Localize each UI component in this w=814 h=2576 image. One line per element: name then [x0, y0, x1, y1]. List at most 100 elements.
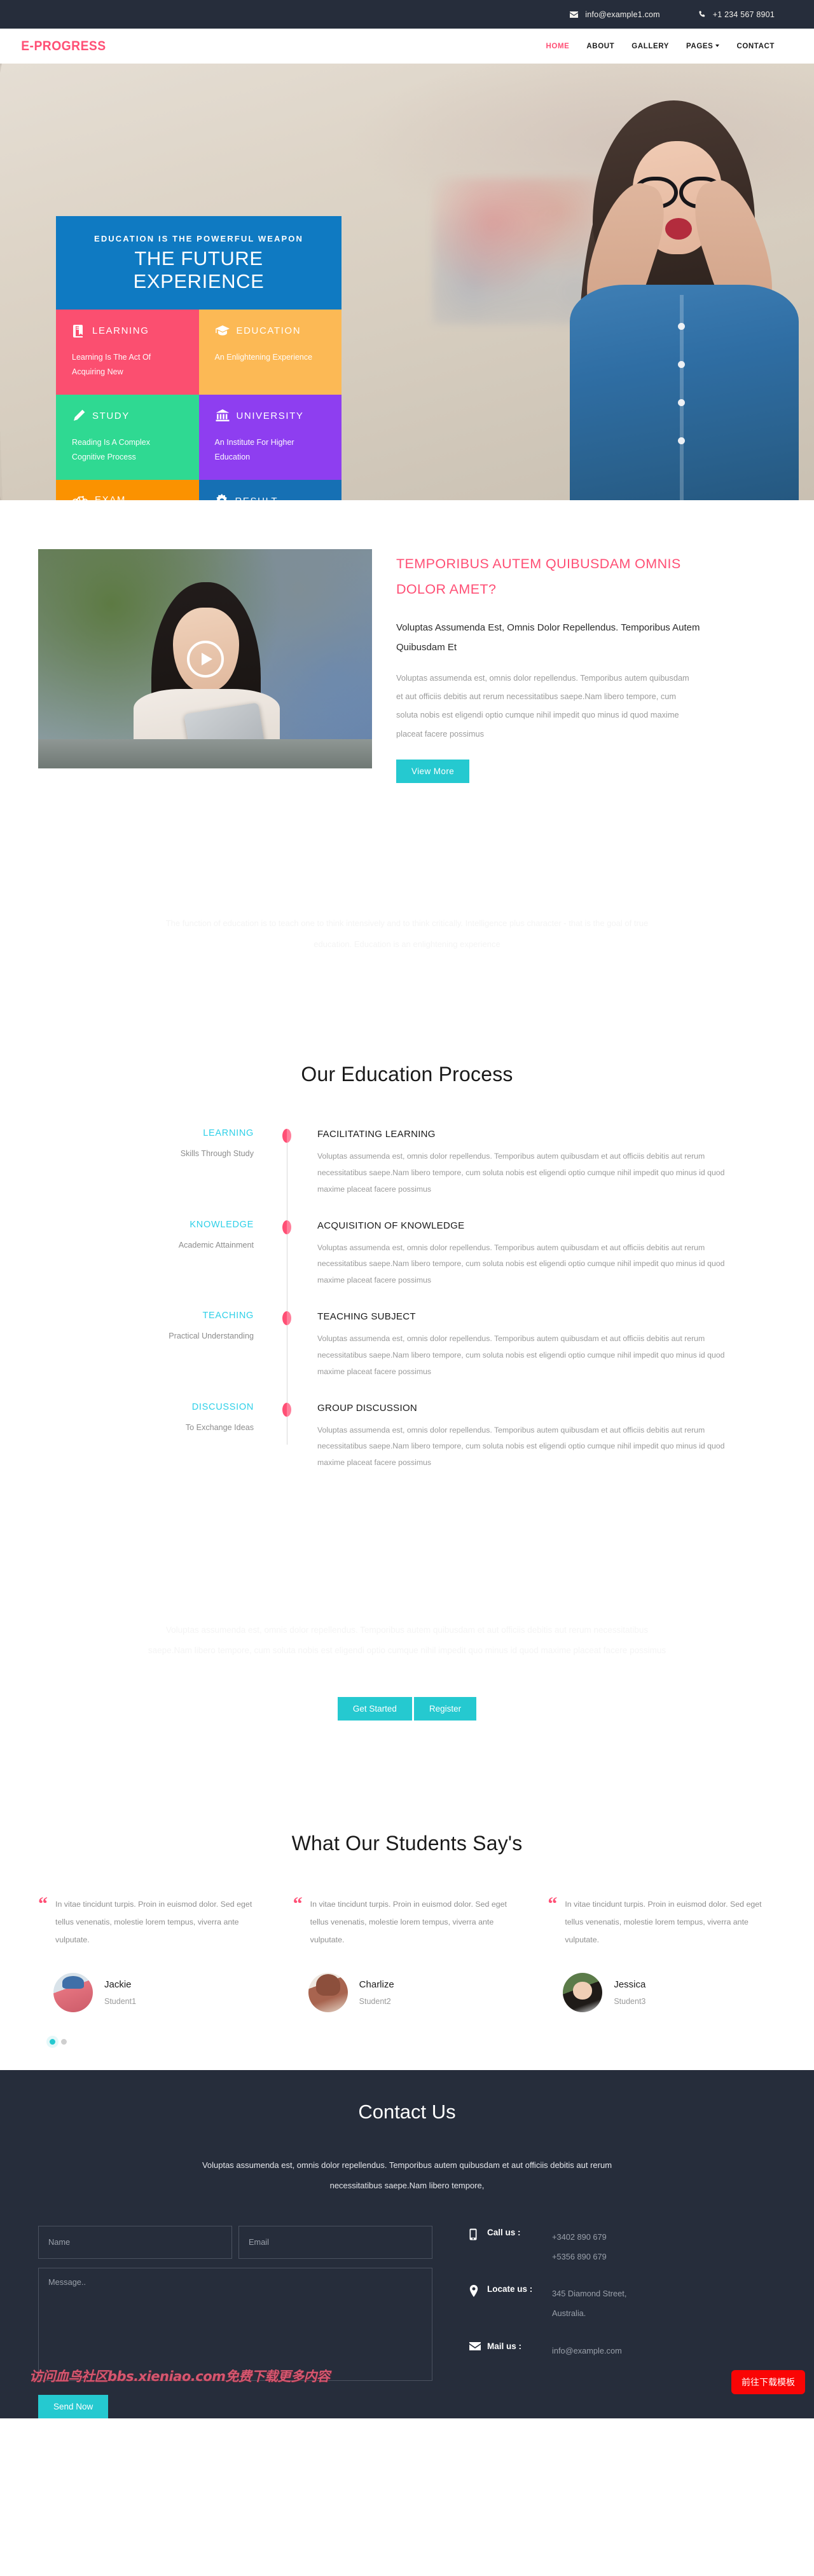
download-template-button[interactable]: 前往下载模板 [731, 2369, 805, 2394]
avatar [308, 1973, 348, 2013]
testimonial-text: In vitae tincidunt turpis. Proin in euis… [565, 1899, 762, 1944]
hero-tile-result[interactable]: RESULT Merit Level Of The Experience [198, 480, 341, 500]
hero-tile-education-desc: An Enlightening Experience [214, 353, 313, 362]
hero-panel-header: EDUCATION IS THE POWERFUL WEAPON THE FUT… [56, 216, 341, 310]
hero-tile-education[interactable]: EDUCATION An Enlightening Experience [198, 310, 341, 395]
phone-icon [698, 10, 706, 18]
hero-section: EDUCATION IS THE POWERFUL WEAPON THE FUT… [0, 64, 814, 500]
education-process-section: Our Education Process LEARNING Skills Th… [0, 1063, 814, 1531]
testimonials-title: What Our Students Say's [291, 1831, 523, 1855]
nav-item-gallery[interactable]: GALLERY [631, 43, 669, 50]
testimonial-text: In vitae tincidunt turpis. Proin in euis… [55, 1899, 252, 1944]
video-thumbnail[interactable] [38, 549, 372, 768]
get-started-button[interactable]: Get Started [337, 1696, 412, 1721]
contact-info-call: Call us : +3402 890 679 +5356 890 679 [469, 2228, 776, 2266]
quote-icon: “ [293, 1893, 303, 1914]
hero-tile-learning[interactable]: LEARNING Learning Is The Act Of Acquirin… [56, 310, 199, 395]
testimonial-role: Student3 [614, 1997, 646, 2007]
contact-info-locate-label: Locate us : [487, 2284, 533, 2294]
timeline-sub: Skills Through Study [180, 1149, 254, 1159]
timeline-body: Voluptas assumenda est, omnis dolor repe… [317, 1243, 725, 1285]
timeline-item-discussion: DISCUSSION To Exchange Ideas GROUP DISCU… [79, 1402, 735, 1471]
contact-info-call-values: +3402 890 679 +5356 890 679 [552, 2228, 607, 2266]
send-now-button[interactable]: Send Now [38, 2394, 109, 2418]
hero-title: THE FUTURE EXPERIENCE [133, 247, 265, 292]
timeline-heading: GROUP DISCUSSION [317, 1402, 418, 1414]
video-section-title: TEMPORIBUS AUTEM QUIBUSDAM OMNIS DOLOR A… [396, 556, 681, 597]
cta-section: Voluptas assumenda est, omnis dolor repe… [0, 1530, 814, 1797]
hero-tile-grid: LEARNING Learning Is The Act Of Acquirin… [56, 310, 341, 500]
hero-photo-woman [547, 64, 814, 500]
name-input[interactable] [38, 2225, 232, 2259]
testimonial-name: Jackie [104, 1979, 132, 1991]
email-value: info@example.com [552, 2345, 622, 2355]
nav-item-about[interactable]: ABOUT [586, 43, 614, 50]
nav-item-pages[interactable]: PAGES [686, 43, 720, 50]
contact-info-mail-values: info@example.com [552, 2341, 622, 2361]
topbar-email[interactable]: info@example1.com [570, 10, 660, 19]
hero-tile-study[interactable]: STUDY Reading Is A Complex Cognitive Pro… [56, 395, 199, 480]
timeline-item-learning: LEARNING Skills Through Study FACILITATI… [79, 1128, 735, 1197]
testimonial-text: In vitae tincidunt turpis. Proin in euis… [310, 1899, 507, 1944]
hero-kicker: EDUCATION IS THE POWERFUL WEAPON [94, 234, 303, 243]
timeline-sub: Academic Attainment [178, 1240, 254, 1250]
avatar [53, 1973, 93, 2013]
register-button[interactable]: Register [413, 1696, 477, 1721]
main-nav: HOME ABOUT GALLERY PAGES CONTACT [546, 43, 775, 50]
testimonial-role: Student2 [359, 1997, 391, 2007]
hero-tile-exam-name: EXAM [95, 494, 126, 501]
hero-tile-exam[interactable]: EXAM To Test Student's Knowledge [56, 480, 199, 500]
topbar-phone[interactable]: +1 234 567 8901 [698, 10, 775, 19]
timeline-label: LEARNING [203, 1128, 254, 1139]
contact-info-mail: Mail us : info@example.com [469, 2341, 776, 2361]
timeline-sub: Practical Understanding [169, 1332, 254, 1341]
hero-tile-university[interactable]: UNIVERSITY An Institute For Higher Educa… [198, 395, 341, 480]
timeline-label: TEACHING [202, 1311, 254, 1321]
timeline-dot-icon [282, 1311, 291, 1326]
email-input[interactable] [238, 2225, 432, 2259]
education-process-title: Our Education Process [301, 1063, 513, 1086]
nav-item-home[interactable]: HOME [546, 43, 570, 50]
carousel-dot-1[interactable] [50, 2039, 55, 2045]
testimonial-card: “ In vitae tincidunt turpis. Proin in eu… [38, 1894, 266, 2013]
play-icon[interactable] [186, 640, 224, 678]
site-logo[interactable]: E-PROGRESS [15, 39, 106, 54]
video-intro-section: TEMPORIBUS AUTEM QUIBUSDAM OMNIS DOLOR A… [0, 500, 814, 784]
contact-info-locate: Locate us : 345 Diamond Street, Australi… [469, 2284, 776, 2323]
nav-item-contact[interactable]: CONTACT [736, 43, 775, 50]
site-header: E-PROGRESS HOME ABOUT GALLERY PAGES CONT… [0, 29, 814, 64]
contact-form: Send Now [38, 2225, 432, 2418]
carousel-dot-2[interactable] [61, 2039, 67, 2045]
quote-icon: “ [548, 1893, 558, 1914]
view-more-button[interactable]: View More [396, 760, 470, 784]
quote-band-section: The function of education is to teach on… [0, 783, 814, 1063]
contact-title: Contact Us [358, 2101, 456, 2123]
process-timeline: LEARNING Skills Through Study FACILITATI… [79, 1128, 735, 1471]
timeline-label: KNOWLEDGE [190, 1219, 254, 1230]
avatar [563, 1973, 603, 2013]
timeline-sub: To Exchange Ideas [185, 1422, 254, 1432]
timeline-item-teaching: TEACHING Practical Understanding TEACHIN… [79, 1311, 735, 1380]
quote-band-text: The function of education is to teach on… [165, 918, 649, 949]
envelope-icon [570, 11, 579, 18]
testimonial-role: Student1 [104, 1997, 137, 2007]
watermark-text: 访问血鸟社区bbs.xieniao.com免费下载更多内容 [29, 2368, 330, 2384]
testimonial-card: “ In vitae tincidunt turpis. Proin in eu… [293, 1893, 521, 2013]
top-contact-bar: info@example1.com +1 234 567 8901 [0, 0, 814, 29]
hero-tile-education-name: EDUCATION [236, 325, 301, 336]
phone-value-2: +5356 890 679 [552, 2251, 607, 2261]
address-line-2: Australia. [552, 2308, 586, 2318]
timeline-heading: FACILITATING LEARNING [317, 1129, 436, 1140]
hero-tile-study-desc: Reading Is A Complex Cognitive Process [72, 438, 150, 462]
timeline-heading: ACQUISITION OF KNOWLEDGE [317, 1220, 465, 1231]
address-line-1: 345 Diamond Street, [552, 2289, 627, 2299]
testimonials-grid: “ In vitae tincidunt turpis. Proin in eu… [38, 1893, 776, 2013]
graduation-cap-icon [215, 324, 230, 337]
message-textarea[interactable] [38, 2267, 432, 2381]
cta-text: Voluptas assumenda est, omnis dolor repe… [148, 1625, 666, 1656]
contact-info-list: Call us : +3402 890 679 +5356 890 679 Lo… [432, 2226, 776, 2418]
timeline-body: Voluptas assumenda est, omnis dolor repe… [317, 1152, 725, 1194]
gear-icon [215, 494, 229, 500]
testimonials-section: What Our Students Say's “ In vitae tinci… [0, 1796, 814, 2071]
timeline-item-knowledge: KNOWLEDGE Academic Attainment ACQUISITIO… [79, 1220, 735, 1289]
